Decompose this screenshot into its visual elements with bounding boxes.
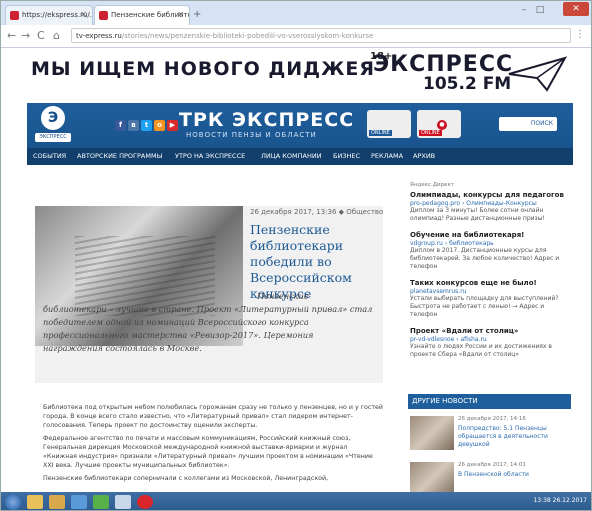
explorer-icon[interactable] (27, 495, 43, 509)
news-date: 26 декабря 2017, 14:16 (458, 416, 526, 422)
ad-desc: Диплом за 3 минуты! Более сотни онлайн о… (410, 207, 545, 222)
tray-clock[interactable]: 13:38 26.12.2017 (533, 497, 587, 504)
reload-icon[interactable]: C (37, 29, 45, 42)
windows-taskbar: 13:38 26.12.2017 (1, 492, 591, 510)
nav-item-morning[interactable]: УТРО НА ЭКСПРЕССЕ (175, 152, 245, 160)
radio-online-badge[interactable]: ● ONLINE (417, 110, 461, 138)
ad-link[interactable]: vdgroup.ru › библиотекарь (410, 240, 570, 247)
ad-item[interactable]: Обучение на библиотекаря! vdgroup.ru › б… (410, 231, 570, 271)
banner-frequency: 105.2 FM (423, 74, 512, 94)
news-link[interactable]: Полпредство: 5.1 Пензенцы обращается в д… (458, 425, 568, 449)
tv-online-label: ONLINE (369, 130, 392, 136)
chrome-icon[interactable] (93, 495, 109, 509)
article-paragraph: Библиотека под открытым небом полюбилась… (43, 404, 383, 429)
url-path: /stories/news/penzenskie-biblioteki-pobe… (121, 32, 374, 40)
address-bar: ← → C ⌂ tv-express.ru/stories/news/penze… (1, 25, 591, 48)
ad-title[interactable]: Таких конкурсов еще не было! (410, 279, 570, 287)
radio-icon: ● (437, 120, 447, 130)
tab-article[interactable]: Пензенские библиотекари ✕ (94, 5, 190, 25)
article-paragraph: Пензенские библиотекари соперничали с ко… (43, 475, 329, 482)
ad-title[interactable]: Олимпиады, конкурсы для педагогов (410, 191, 570, 199)
news-item[interactable]: 26 декабря 2017, 14:16 Полпредство: 5.1 … (408, 416, 571, 456)
news-thumbnail[interactable] (410, 462, 454, 492)
close-window-icon[interactable]: ✕ (563, 2, 589, 16)
maximize-icon[interactable]: □ (533, 3, 547, 17)
site-subtitle: НОВОСТИ ПЕНЗЫ И ОБЛАСТИ (186, 131, 317, 139)
favicon-icon (10, 11, 19, 20)
new-tab-icon[interactable]: + (193, 9, 201, 20)
nav-item-faces[interactable]: ЛИЦА КОМПАНИИ (261, 152, 322, 160)
ad-item[interactable]: Олимпиады, конкурсы для педагогов pro-pe… (410, 191, 570, 223)
article-body: Библиотека под открытым небом полюбилась… (43, 403, 383, 487)
twitter-icon[interactable]: t (141, 120, 152, 131)
media-player-icon[interactable] (71, 495, 87, 509)
url-host: tv-express.ru (76, 32, 122, 40)
logo-mark-icon: Э (41, 106, 65, 130)
news-thumbnail[interactable] (410, 416, 454, 450)
ad-item[interactable]: Таких конкурсов еще не было! planetavsem… (410, 279, 570, 319)
banner-slogan: МЫ ИЩЕМ НОВОГО ДИДЖЕЯ (31, 58, 375, 80)
back-icon[interactable]: ← (7, 29, 16, 42)
start-button-icon[interactable] (5, 494, 21, 510)
tab-ekspress[interactable]: https://ekspress.ru/... ✕ (5, 5, 93, 25)
radio-banner[interactable]: МЫ ИЩЕМ НОВОГО ДИДЖЕЯ 18+ ЭКСПРЕСС 105.2… (27, 48, 573, 100)
article-meta: 26 декабря 2017, 13:36 ◆ Общество (250, 208, 384, 216)
ad-desc: Диплом в 2017. Дистанционные курсы для б… (410, 247, 560, 270)
close-tab-icon[interactable]: ✕ (80, 10, 87, 19)
opera-icon[interactable] (137, 495, 153, 509)
news-date: 26 декабря 2017, 14:01 (458, 462, 526, 468)
site-header: Э ЭКСПРЕСС f в t о ▶ ТРК ЭКСПРЕСС НОВОСТ… (27, 103, 573, 148)
forward-icon[interactable]: → (21, 29, 30, 42)
tab-strip: https://ekspress.ru/... ✕ Пензенские биб… (1, 1, 591, 25)
favicon-icon (99, 11, 108, 20)
article-paragraph: Федеральное агентство по печати и массов… (43, 435, 373, 469)
odnoklassniki-icon[interactable]: о (154, 120, 165, 131)
tv-online-badge[interactable]: ONLINE (367, 110, 411, 138)
nav-item-ads[interactable]: РЕКЛАМА (371, 152, 403, 160)
vk-icon[interactable]: в (128, 120, 139, 131)
ad-link[interactable]: pr-vd-vdlesnoe › afisha.ru (410, 336, 570, 343)
facebook-icon[interactable]: f (115, 120, 126, 131)
ad-desc: Узнайте о людях России и их достижениях … (410, 343, 552, 358)
app-icon[interactable] (115, 495, 131, 509)
ad-title[interactable]: Обучение на библиотекаря! (410, 231, 570, 239)
nav-item-programs[interactable]: АВТОРСКИЕ ПРОГРАММЫ (77, 152, 162, 160)
site-logo[interactable]: Э ЭКСПРЕСС (35, 106, 71, 144)
folder-icon[interactable] (49, 495, 65, 509)
ad-link[interactable]: planetavsemrus.ru (410, 288, 570, 295)
nav-item-archive[interactable]: АРХИВ (413, 152, 435, 160)
nav-item-business[interactable]: БИЗНЕС (333, 152, 360, 160)
news-link[interactable]: В Пензенской области (458, 471, 568, 479)
search-label: ПОИСК (530, 120, 553, 127)
ad-item[interactable]: Проект «Вдали от столиц» pr-vd-vdlesnoe … (410, 327, 570, 359)
menu-icon[interactable]: ⋮ (575, 29, 585, 40)
sidebar-ads: Яндекс.Директ Олимпиады, конкурсы для пе… (410, 182, 570, 367)
url-input[interactable]: tv-express.ru/stories/news/penzenskie-bi… (71, 28, 571, 43)
site-title: ТРК ЭКСПРЕСС (179, 109, 355, 131)
paper-plane-icon (508, 56, 567, 92)
news-item[interactable]: 26 декабря 2017, 14:01 В Пензенской обла… (408, 462, 571, 492)
web-page: МЫ ИЩЕМ НОВОГО ДИДЖЕЯ 18+ ЭКСПРЕСС 105.2… (27, 48, 573, 492)
nav-item-events[interactable]: СОБЫТИЯ (33, 152, 66, 160)
main-nav: СОБЫТИЯ АВТОРСКИЕ ПРОГРАММЫ УТРО НА ЭКСП… (27, 148, 573, 165)
ad-title[interactable]: Проект «Вдали от столиц» (410, 327, 570, 335)
close-tab-icon[interactable]: ✕ (177, 10, 184, 19)
other-news-heading: ДРУГИЕ НОВОСТИ (408, 394, 571, 409)
ad-desc: Устали выбирать площадку для выступлений… (410, 295, 559, 318)
logo-label: ЭКСПРЕСС (35, 133, 71, 142)
browser-window: https://ekspress.ru/... ✕ Пензенские биб… (0, 0, 592, 511)
home-icon[interactable]: ⌂ (53, 29, 60, 42)
search-button[interactable]: ПОИСК (499, 117, 557, 131)
article-lead: Пензенские библиотекари – лучшие в стран… (43, 291, 373, 353)
youtube-icon[interactable]: ▶ (167, 120, 178, 131)
radio-online-label: ONLINE (419, 130, 442, 136)
ad-link[interactable]: pro-pedagog.pro › Олимпиады-Конкурсы (410, 200, 570, 207)
ads-caption: Яндекс.Директ (410, 182, 454, 188)
minimize-icon[interactable]: – (517, 3, 531, 17)
